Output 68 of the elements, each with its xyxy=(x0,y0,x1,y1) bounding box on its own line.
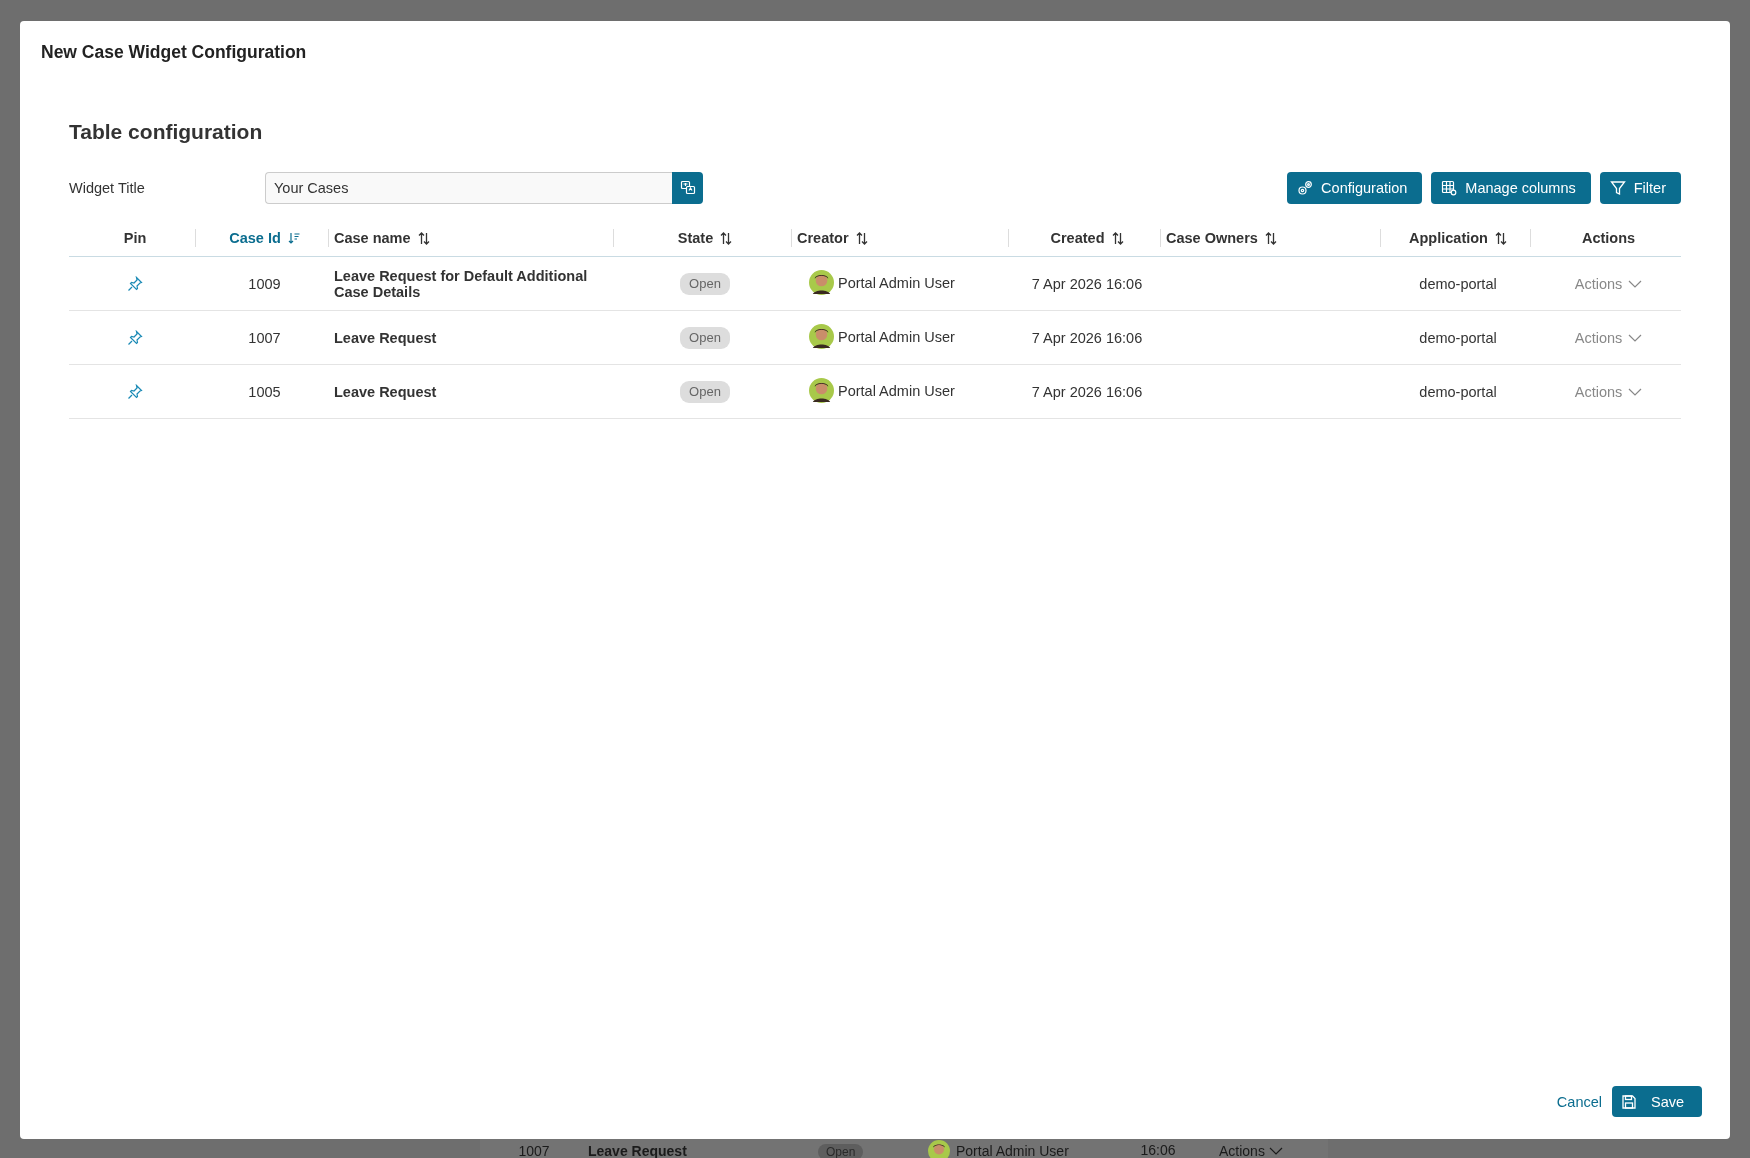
avatar xyxy=(809,270,834,295)
column-header[interactable]: State xyxy=(677,230,714,246)
state-badge: Open xyxy=(680,380,730,403)
sort-icon[interactable] xyxy=(855,231,868,245)
case-name: Leave Request for Default Additional Case Details xyxy=(334,267,589,300)
save-button[interactable]: Save xyxy=(1612,1086,1702,1117)
filter-icon xyxy=(1609,180,1626,196)
state-badge: Open xyxy=(680,272,730,295)
chevron-down-icon xyxy=(1268,1147,1283,1155)
application-name: demo-portal xyxy=(1419,275,1497,292)
translate-icon xyxy=(679,180,696,196)
actions-dropdown[interactable]: Actions xyxy=(1574,383,1643,400)
creator-name: Portal Admin User xyxy=(838,382,955,399)
chevron-down-icon xyxy=(1628,387,1643,396)
translate-button[interactable] xyxy=(672,172,703,204)
case-name: Leave Request xyxy=(334,383,438,400)
column-header[interactable]: Case Owners xyxy=(1166,230,1258,246)
sort-icon[interactable] xyxy=(1264,231,1277,245)
pin-icon[interactable] xyxy=(127,329,143,346)
sort-icon[interactable] xyxy=(1494,231,1507,245)
save-icon xyxy=(1621,1093,1637,1110)
chevron-down-icon xyxy=(1628,279,1643,288)
application-name: demo-portal xyxy=(1419,329,1497,346)
column-header[interactable]: Case name xyxy=(334,230,411,246)
filter-button[interactable]: Filter xyxy=(1599,172,1681,204)
case-id: 1005 xyxy=(248,383,281,400)
avatar xyxy=(809,378,834,403)
column-header[interactable]: Creator xyxy=(797,230,849,246)
sort-icon[interactable] xyxy=(720,231,733,245)
creator-name: Portal Admin User xyxy=(838,274,955,291)
background-created-time: 16:06 xyxy=(1140,1143,1176,1158)
gear-icon xyxy=(1297,180,1314,196)
field-label: Widget Title xyxy=(69,180,146,196)
configuration-button[interactable]: Configuration xyxy=(1287,172,1423,204)
avatar xyxy=(809,324,834,349)
case-name: Leave Request xyxy=(334,329,438,346)
case-id: 1007 xyxy=(248,329,281,346)
application-name: demo-portal xyxy=(1419,383,1497,400)
created-date: 7 Apr 2026 16:06 xyxy=(1031,275,1143,292)
column-header: Pin xyxy=(123,230,147,246)
creator-name: Portal Admin User xyxy=(838,328,955,345)
cancel-button[interactable]: Cancel xyxy=(1556,1093,1602,1110)
sort-icon[interactable] xyxy=(417,231,430,245)
background-case-id: 1007 xyxy=(518,1143,550,1158)
background-creator: Portal Admin User xyxy=(956,1143,1069,1158)
dialog-title: New Case Widget Configuration xyxy=(40,41,308,63)
actions-dropdown[interactable]: Actions xyxy=(1574,329,1643,346)
pin-icon[interactable] xyxy=(127,383,143,400)
avatar xyxy=(928,1140,950,1158)
widget-title-field[interactable]: Your Cases xyxy=(265,172,672,204)
created-date: 7 Apr 2026 16:06 xyxy=(1031,383,1143,400)
column-header[interactable]: Case Id xyxy=(229,230,281,246)
sort-icon[interactable] xyxy=(1111,231,1124,245)
background-case-name: Leave Request xyxy=(588,1143,687,1158)
manage-columns-button[interactable]: Manage columns xyxy=(1431,172,1591,204)
state-badge: Open xyxy=(680,326,730,349)
pin-icon[interactable] xyxy=(127,275,143,292)
actions-dropdown[interactable]: Actions xyxy=(1574,275,1643,292)
case-id: 1009 xyxy=(248,275,281,292)
column-header[interactable]: Application xyxy=(1409,230,1488,246)
sort-descending-icon[interactable] xyxy=(287,232,300,244)
column-header[interactable]: Created xyxy=(1050,230,1105,246)
background-actions: Actions xyxy=(1219,1143,1265,1158)
column-header: Actions xyxy=(1581,230,1636,246)
grid-icon xyxy=(1441,180,1458,196)
section-title: Table configuration xyxy=(69,120,264,144)
created-date: 7 Apr 2026 16:06 xyxy=(1031,329,1143,346)
chevron-down-icon xyxy=(1628,333,1643,342)
